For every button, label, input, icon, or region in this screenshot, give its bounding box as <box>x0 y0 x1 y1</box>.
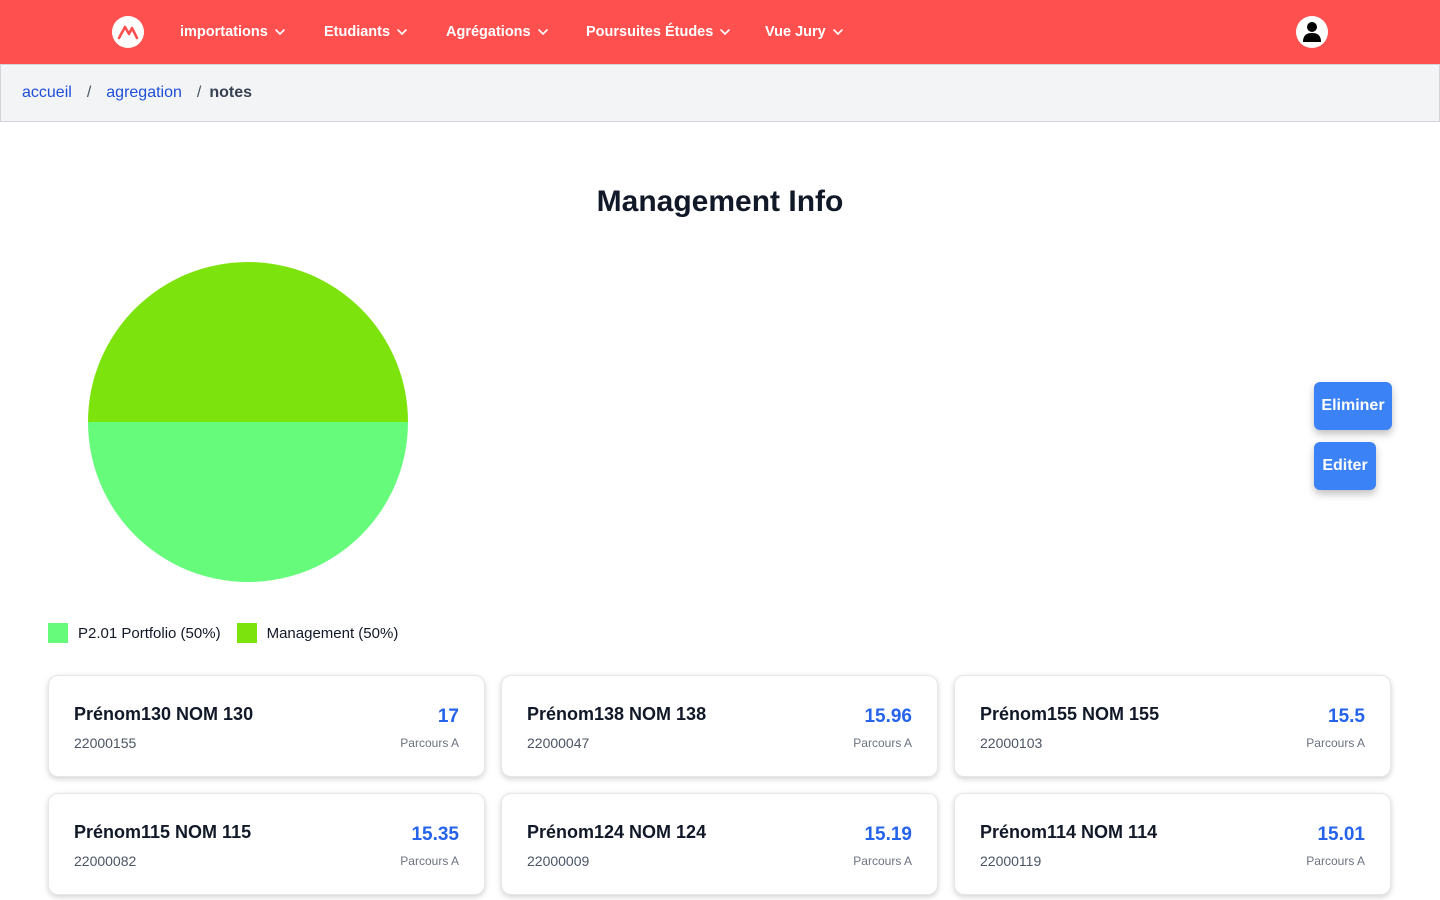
student-id: 22000103 <box>980 735 1043 751</box>
top-navbar: importations Etudiants Agrégations Pours… <box>0 0 1440 64</box>
nav-menu-label: Poursuites Études <box>586 24 714 40</box>
student-name: Prénom130 NOM 130 <box>74 704 254 724</box>
student-score: 15.5 <box>1328 706 1365 727</box>
nav-menu-vue-jury[interactable]: Vue Jury <box>765 22 844 42</box>
student-name: Prénom155 NOM 155 <box>980 704 1160 724</box>
page-title: Management Info <box>596 185 844 218</box>
student-score: 15.35 <box>411 824 459 845</box>
chart-legend: P2.01 Portfolio (50%) Management (50%) <box>48 623 414 643</box>
logo-icon[interactable] <box>112 16 144 48</box>
student-score: 15.19 <box>864 824 912 845</box>
student-card[interactable]: Prénom138 NOM 138 22000047 15.96 Parcour… <box>501 675 938 777</box>
student-name: Prénom115 NOM 115 <box>74 822 252 842</box>
user-icon[interactable] <box>1296 16 1328 48</box>
breadcrumb-current: notes <box>209 84 253 101</box>
chevron-down-icon <box>720 29 731 36</box>
nav-menu-label: Etudiants <box>324 24 391 40</box>
chevron-down-icon <box>397 29 407 36</box>
nav-menu-label: Agrégations <box>446 24 531 40</box>
nav-menu-label: Vue Jury <box>765 24 826 40</box>
student-name: Prénom138 NOM 138 <box>527 704 707 724</box>
nav-menu-agregations[interactable]: Agrégations <box>446 22 549 42</box>
legend-item-management[interactable]: Management (50%) <box>236 623 399 643</box>
breadcrumb-link-agregation[interactable]: agregation <box>106 84 182 102</box>
breadcrumb: accueil / agregation / notes <box>0 64 1440 122</box>
nav-menu-poursuites-etudes[interactable]: Poursuites Études <box>586 22 731 42</box>
student-parcours: Parcours A <box>1306 736 1365 750</box>
student-card[interactable]: Prénom124 NOM 124 22000009 15.19 Parcour… <box>501 793 938 895</box>
pie-chart <box>88 262 408 582</box>
legend-label: Management (50%) <box>266 624 399 642</box>
student-name: Prénom114 NOM 114 <box>980 822 1158 842</box>
legend-swatch <box>236 623 257 643</box>
student-name: Prénom124 NOM 124 <box>527 822 707 842</box>
student-parcours: Parcours A <box>400 854 459 868</box>
editer-button[interactable]: Editer <box>1314 442 1376 490</box>
legend-label: P2.01 Portfolio (50%) <box>78 624 221 642</box>
student-id: 22000082 <box>74 853 137 869</box>
pie-slice-p2-01-portfolio[interactable] <box>88 422 408 582</box>
chevron-down-icon <box>832 29 843 36</box>
student-card[interactable]: Prénom114 NOM 114 22000119 15.01 Parcour… <box>954 793 1391 895</box>
legend-swatch <box>48 623 68 643</box>
student-id: 22000047 <box>527 735 590 751</box>
breadcrumb-separator: / <box>196 84 202 101</box>
student-parcours: Parcours A <box>853 736 912 750</box>
student-score: 15.96 <box>864 706 912 727</box>
chevron-down-icon <box>275 29 285 36</box>
student-id: 22000155 <box>74 735 137 751</box>
student-score: 17 <box>437 706 459 727</box>
student-card[interactable]: Prénom115 NOM 115 22000082 15.35 Parcour… <box>48 793 485 895</box>
student-parcours: Parcours A <box>400 736 459 750</box>
breadcrumb-link-accueil[interactable]: accueil <box>22 84 72 102</box>
student-parcours: Parcours A <box>1306 854 1365 868</box>
eliminer-button[interactable]: Eliminer <box>1314 382 1392 430</box>
legend-item-portfolio[interactable]: P2.01 Portfolio (50%) <box>48 623 221 643</box>
nav-menu-label: importations <box>180 24 268 40</box>
chevron-down-icon <box>537 29 548 36</box>
student-card[interactable]: Prénom130 NOM 130 22000155 17 Parcours A <box>48 675 485 777</box>
breadcrumb-separator: / <box>86 84 92 101</box>
student-id: 22000009 <box>527 853 590 869</box>
student-score: 15.01 <box>1317 824 1365 845</box>
nav-menu-etudiants[interactable]: Etudiants <box>324 22 408 42</box>
student-parcours: Parcours A <box>853 854 912 868</box>
student-id: 22000119 <box>980 853 1042 869</box>
pie-slice-management[interactable] <box>88 262 408 422</box>
student-card[interactable]: Prénom155 NOM 155 22000103 15.5 Parcours… <box>954 675 1391 777</box>
nav-menu-importations[interactable]: importations <box>180 22 286 42</box>
